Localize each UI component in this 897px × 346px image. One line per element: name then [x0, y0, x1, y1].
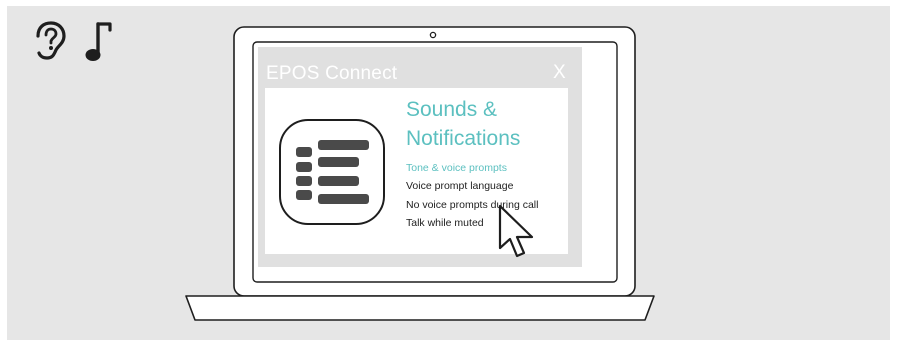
epos-logo-icon: [279, 119, 385, 225]
page-heading-line1: Sounds &: [406, 98, 498, 121]
mouse-cursor-icon: [498, 204, 534, 258]
menu-item-talk-while-muted[interactable]: Talk while muted: [406, 217, 484, 229]
page-heading-line2: Notifications: [406, 127, 521, 150]
app-window-title: EPOS Connect: [266, 63, 398, 84]
section-subheading: Tone & voice prompts: [406, 162, 507, 174]
page-heading: Sounds & Notifications: [406, 95, 566, 153]
menu-item-voice-prompt-language[interactable]: Voice prompt language: [406, 180, 513, 192]
close-button[interactable]: X: [553, 62, 566, 84]
